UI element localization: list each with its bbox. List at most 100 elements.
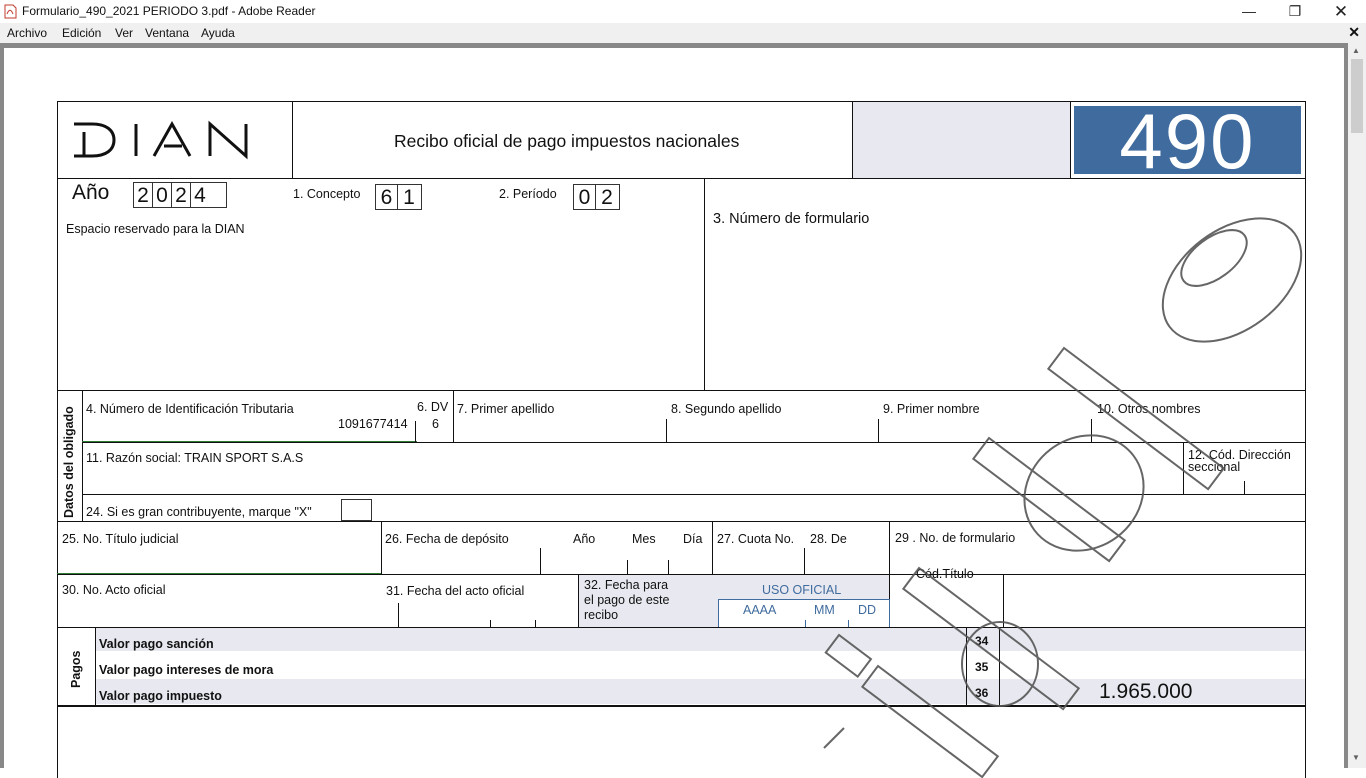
divider — [704, 178, 705, 390]
razon-social-label[interactable]: 11. Razón social: TRAIN SPORT S.A.S — [86, 451, 303, 465]
pdf-page: Recibo oficial de pago impuestos naciona… — [4, 48, 1344, 778]
divider — [453, 390, 454, 442]
anio-digit: 4 — [194, 184, 206, 207]
cod-titulo-label: Cód.Título — [916, 567, 974, 581]
divider — [712, 521, 713, 574]
row-divider — [57, 390, 1305, 391]
scroll-down-icon[interactable]: ▼ — [1352, 753, 1360, 762]
form-border-right — [1305, 101, 1306, 778]
menu-ventana[interactable]: Ventana — [145, 26, 189, 40]
nit-value[interactable]: 1091677414 — [338, 417, 408, 431]
divider — [381, 521, 382, 574]
gran-contribuyente-checkbox[interactable] — [341, 499, 372, 521]
menu-ver[interactable]: Ver — [115, 26, 133, 40]
fecha-deposito-label: 26. Fecha de depósito — [385, 532, 509, 546]
restore-icon[interactable]: ❐ — [1272, 0, 1318, 23]
primer-apellido-label: 7. Primer apellido — [457, 402, 555, 416]
cuota-label: 27. Cuota No. — [717, 532, 795, 546]
row-divider — [57, 178, 1305, 179]
close-icon[interactable]: ✕ — [1318, 0, 1364, 23]
divider — [82, 390, 83, 521]
minimize-icon[interactable]: — — [1226, 0, 1272, 23]
pago-intereses-label: Valor pago intereses de mora — [99, 663, 274, 677]
espacio-label: Espacio reservado para la DIAN — [66, 222, 245, 236]
mes-col: Mes — [632, 532, 656, 546]
scroll-thumb[interactable] — [1351, 59, 1363, 133]
divider — [1003, 574, 1004, 627]
dv-label: 6. DV — [417, 400, 449, 414]
periodo-digit: 0 — [574, 185, 596, 209]
vertical-scrollbar[interactable]: ▲ ▼ — [1348, 43, 1366, 768]
mm-label: MM — [814, 603, 835, 617]
menu-archivo[interactable]: Archivo — [7, 26, 47, 40]
pago-impuesto-value[interactable]: 1.965.000 — [1099, 680, 1192, 704]
anio-label: Año — [72, 181, 110, 204]
divider — [535, 620, 536, 627]
fecha-acto-label: 31. Fecha del acto oficial — [386, 584, 525, 598]
anio-col: Año — [573, 532, 596, 546]
menu-bar: Archivo Edición Ver Ventana Ayuda ✕ — [0, 23, 1366, 43]
row-divider — [57, 705, 1305, 707]
row-divider — [57, 521, 1305, 522]
anio-box[interactable]: 2 0 2 4 — [133, 182, 227, 208]
divider — [398, 603, 399, 627]
pago-num: 36 — [975, 686, 989, 700]
anio-digit: 0 — [153, 183, 172, 207]
anio-digit: 2 — [134, 183, 153, 207]
row-divider — [82, 442, 1305, 443]
document-viewport[interactable]: Recibo oficial de pago impuestos naciona… — [0, 43, 1348, 778]
dian-logo — [74, 120, 248, 160]
uso-oficial-label: USO OFICIAL — [762, 583, 842, 597]
de-label: 28. De — [810, 532, 847, 546]
concepto-label: 1. Concepto — [293, 187, 361, 201]
divider — [848, 620, 849, 627]
otros-nombres-label: 10. Otros nombres — [1097, 402, 1201, 416]
concepto-box[interactable]: 6 1 — [375, 184, 422, 210]
divider — [415, 421, 416, 442]
primer-nombre-label: 9. Primer nombre — [883, 402, 980, 416]
row-divider — [82, 494, 1305, 495]
concepto-digit: 1 — [403, 186, 415, 209]
fecha-pago-label: 32. Fecha para — [584, 578, 669, 592]
divider — [1244, 481, 1245, 494]
pago-num: 35 — [975, 660, 989, 674]
periodo-box[interactable]: 0 2 — [573, 184, 620, 210]
divider — [540, 548, 541, 574]
fecha-pago-label-2: el pago de este — [584, 593, 670, 607]
menu-ayuda[interactable]: Ayuda — [201, 26, 235, 40]
divider — [490, 620, 491, 627]
header-shaded-area — [853, 102, 1070, 178]
form-border-left — [57, 101, 58, 778]
numero-formulario-label: 3. Número de formulario — [713, 211, 870, 227]
divider — [668, 560, 669, 574]
datos-obligado-label: Datos del obligado — [62, 406, 76, 518]
divider — [1070, 101, 1071, 178]
form-number-badge: 490 — [1074, 102, 1301, 180]
divider — [999, 627, 1000, 705]
anio-digit: 2 — [172, 183, 191, 207]
divider — [804, 548, 805, 574]
aaaa-label: AAAA — [743, 603, 777, 617]
pago-row-shade — [96, 628, 1305, 651]
segundo-apellido-label: 8. Segundo apellido — [671, 402, 782, 416]
pagos-label: Pagos — [69, 650, 83, 688]
pago-num: 34 — [975, 634, 989, 648]
divider — [966, 627, 967, 705]
cod-direccion-label-2: seccional — [1188, 460, 1241, 474]
divider — [1183, 442, 1184, 494]
dv-value[interactable]: 6 — [432, 417, 439, 431]
pdf-file-icon — [4, 4, 17, 19]
header-title: Recibo oficial de pago impuestos naciona… — [394, 131, 740, 151]
periodo-digit: 2 — [601, 186, 613, 209]
scroll-up-icon[interactable]: ▲ — [1352, 46, 1360, 55]
nit-label: 4. Número de Identificación Tributaria — [86, 402, 294, 416]
menu-edicion[interactable]: Edición — [62, 26, 101, 40]
pago-sancion-label: Valor pago sanción — [99, 637, 214, 651]
concepto-digit: 6 — [376, 185, 398, 209]
divider — [805, 620, 806, 627]
close-document-icon[interactable]: ✕ — [1348, 24, 1360, 41]
divider — [666, 419, 667, 442]
dia-col: Día — [683, 532, 703, 546]
acto-oficial-label: 30. No. Acto oficial — [62, 583, 166, 597]
no-formulario-label: 29 . No. de formulario — [895, 531, 1016, 545]
